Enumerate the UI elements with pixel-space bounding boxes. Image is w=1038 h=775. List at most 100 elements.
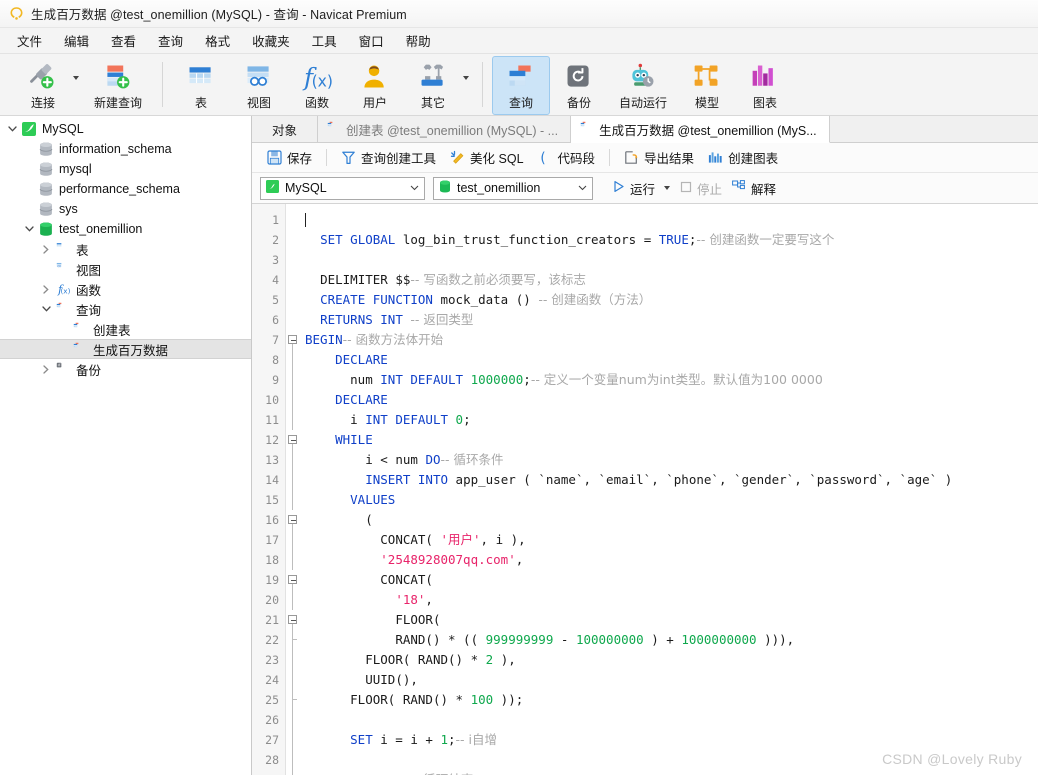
code-line[interactable]: FLOOR(	[300, 610, 1038, 630]
run-options-caret-icon[interactable]	[664, 186, 671, 190]
action-create-chart[interactable]: 创建图表	[701, 145, 785, 170]
code-fold-column[interactable]	[286, 204, 300, 775]
editor-tab[interactable]: 创建表 @test_onemillion (MySQL) - ...	[318, 116, 572, 142]
toolbar-button-new-query[interactable]: 新建查询	[83, 56, 153, 115]
code-line[interactable]: num INT DEFAULT 1000000;-- 定义一个变量num为int…	[300, 370, 1038, 390]
tree-item-视图[interactable]: 视图	[0, 259, 251, 279]
toolbar-button-chart[interactable]: 图表	[736, 56, 794, 115]
tab-objects[interactable]: 对象	[252, 116, 319, 142]
connection-select[interactable]: MySQL	[260, 176, 425, 200]
explain-button[interactable]: 解释	[727, 176, 781, 201]
menu-query[interactable]: 查询	[147, 28, 194, 53]
code-line[interactable]: DELIMITER $$-- 写函数之前必须要写，该标志	[300, 270, 1038, 290]
menu-format[interactable]: 格式	[194, 28, 241, 53]
toolbar-button-function[interactable]: f (x) 函数	[288, 56, 346, 115]
code-line[interactable]: (	[300, 510, 1038, 530]
toolbar-button-others[interactable]: 其它	[404, 56, 462, 115]
code-line[interactable]: CONCAT(	[300, 570, 1038, 590]
chevron-right-icon[interactable]	[38, 284, 54, 294]
code-line[interactable]: FLOOR( RAND() * 2 ),	[300, 650, 1038, 670]
code-line[interactable]: '18',	[300, 590, 1038, 610]
tree-item-sys[interactable]: sys	[0, 199, 251, 219]
tree-item-information_schema[interactable]: information_schema	[0, 139, 251, 159]
fold-guide	[286, 750, 300, 770]
connection-toolbar: MySQL test_onemillion 运行 停止 解释	[252, 173, 1038, 204]
code-line[interactable]: SET i = i + 1;-- i自增	[300, 730, 1038, 750]
action-save[interactable]: 保存	[260, 145, 319, 170]
chevron-down-icon[interactable]	[4, 126, 20, 132]
tree-item-备份[interactable]: 备份	[0, 359, 251, 379]
action-beautify-sql[interactable]: 美化 SQL	[443, 145, 531, 170]
object-tree-sidebar[interactable]: MySQL information_schema mysql performance_…	[0, 116, 252, 775]
database-select[interactable]: test_onemillion	[433, 176, 593, 200]
code-line[interactable]: i INT DEFAULT 0;	[300, 410, 1038, 430]
toolbar-dropdown-caret-icon[interactable]	[72, 56, 83, 115]
tree-item-test_onemillion[interactable]: test_onemillion	[0, 219, 251, 239]
toolbar-button-query[interactable]: 查询	[492, 56, 550, 115]
code-line[interactable]: RAND() * (( 999999999 - 100000000 ) + 10…	[300, 630, 1038, 650]
stop-button[interactable]: 停止	[675, 176, 727, 201]
mysql-connection-icon	[20, 122, 38, 136]
code-line[interactable]: WHILE	[300, 430, 1038, 450]
code-line[interactable]	[300, 210, 1038, 230]
toolbar-dropdown-caret-icon[interactable]	[462, 56, 473, 115]
chevron-down-icon[interactable]	[38, 306, 54, 312]
code-line[interactable]: i < num DO-- 循环条件	[300, 450, 1038, 470]
toolbar-button-automation[interactable]: 自动运行	[608, 56, 678, 115]
menu-help[interactable]: 帮助	[395, 28, 442, 53]
tree-item-查询[interactable]: 查询	[0, 299, 251, 319]
tree-item-函数[interactable]: f (x) 函数	[0, 279, 251, 299]
toolbar-button-backup[interactable]: 备份	[550, 56, 608, 115]
toolbar-button-view[interactable]: 视图	[230, 56, 288, 115]
code-line[interactable]	[300, 250, 1038, 270]
chevron-down-icon[interactable]	[21, 226, 37, 232]
menu-edit[interactable]: 编辑	[53, 28, 100, 53]
code-line[interactable]: DECLARE	[300, 390, 1038, 410]
code-line[interactable]	[300, 710, 1038, 730]
chevron-right-icon[interactable]	[38, 244, 54, 254]
fold-toggle-icon[interactable]	[286, 330, 300, 350]
chevron-down-icon	[408, 185, 420, 191]
tree-item-生成百万数据[interactable]: 生成百万数据	[0, 339, 251, 359]
fold-toggle-icon[interactable]	[286, 570, 300, 590]
fold-toggle-icon[interactable]	[286, 510, 300, 530]
action-code-snippet[interactable]: ( ) 代码段	[531, 145, 603, 170]
sql-editor[interactable]: 1 2 3 4 5 6 7 8 9 10 11 12 13 14 15 16 17 18 19 20 21 22 23 24 2…	[252, 204, 1038, 775]
tree-item-表[interactable]: 表	[0, 239, 251, 259]
table-icon	[186, 61, 216, 93]
menu-file[interactable]: 文件	[6, 28, 53, 53]
code-line[interactable]: RETURNS INT -- 返回类型	[300, 310, 1038, 330]
tree-item-创建表[interactable]: 创建表	[0, 319, 251, 339]
code-line[interactable]: FLOOR( RAND() * 100 ));	[300, 690, 1038, 710]
toolbar-button-connection[interactable]: 连接	[14, 56, 72, 115]
toolbar-button-model[interactable]: 模型	[678, 56, 736, 115]
line-number: 15	[265, 493, 279, 507]
action-export-result[interactable]: 导出结果	[617, 145, 701, 170]
menu-favorites[interactable]: 收藏夹	[241, 28, 301, 53]
chevron-right-icon[interactable]	[38, 364, 54, 374]
code-line[interactable]: CREATE FUNCTION mock_data () -- 创建函数（方法）	[300, 290, 1038, 310]
code-line[interactable]: INSERT INTO app_user ( `name`, `email`, …	[300, 470, 1038, 490]
tree-item-MySQL[interactable]: MySQL	[0, 119, 251, 139]
code-line[interactable]: DECLARE	[300, 350, 1038, 370]
code-line[interactable]: '2548928007qq.com',	[300, 550, 1038, 570]
tree-item-performance_schema[interactable]: performance_schema	[0, 179, 251, 199]
fold-toggle-icon[interactable]	[286, 610, 300, 630]
menu-tools[interactable]: 工具	[301, 28, 348, 53]
toolbar-button-user[interactable]: 用户	[346, 56, 404, 115]
tree-item-mysql[interactable]: mysql	[0, 159, 251, 179]
code-line[interactable]: CONCAT( '用户', i ),	[300, 530, 1038, 550]
menu-window[interactable]: 窗口	[348, 28, 395, 53]
code-line[interactable]: END WHILE;-- 循环结束	[300, 770, 1038, 775]
code-line[interactable]: SET GLOBAL log_bin_trust_function_creato…	[300, 230, 1038, 250]
run-button[interactable]: 运行	[607, 176, 675, 201]
code-line[interactable]: BEGIN-- 函数方法体开始	[300, 330, 1038, 350]
editor-tab[interactable]: 生成百万数据 @test_onemillion (MyS...	[571, 116, 830, 143]
action-query-builder[interactable]: 查询创建工具	[334, 145, 443, 170]
toolbar-button-table[interactable]: 表	[172, 56, 230, 115]
menu-view[interactable]: 查看	[100, 28, 147, 53]
sql-code-area[interactable]: SET GLOBAL log_bin_trust_function_creato…	[300, 204, 1038, 775]
fold-toggle-icon[interactable]	[286, 430, 300, 450]
code-line[interactable]: UUID(),	[300, 670, 1038, 690]
code-line[interactable]: VALUES	[300, 490, 1038, 510]
